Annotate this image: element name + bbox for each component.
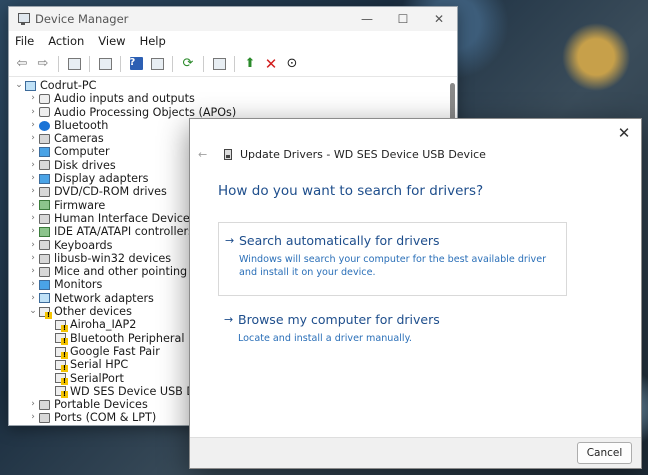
unknown-device-icon <box>39 306 52 319</box>
computer-icon <box>25 80 36 91</box>
option-description: Windows will search your computer for th… <box>239 254 547 278</box>
menu-bar: File Action View Help <box>9 31 457 51</box>
dialog-question: How do you want to search for drivers? <box>218 183 484 199</box>
ide-icon <box>39 226 50 237</box>
chevron-right-icon[interactable]: › <box>27 159 39 172</box>
chevron-right-icon[interactable]: › <box>27 212 39 225</box>
forward-arrow-icon[interactable]: ⇨ <box>34 55 52 73</box>
menu-action[interactable]: Action <box>48 34 84 48</box>
chevron-right-icon[interactable]: › <box>27 265 39 278</box>
menu-help[interactable]: Help <box>140 34 166 48</box>
tree-item-category[interactable]: › Audio inputs and outputs <box>13 92 457 105</box>
cancel-button[interactable]: Cancel <box>577 442 632 464</box>
usb-icon <box>39 253 50 264</box>
chevron-right-icon[interactable]: › <box>27 239 39 252</box>
unknown-device-icon <box>55 346 68 359</box>
maximize-button[interactable]: ☐ <box>385 7 421 31</box>
mouse-icon <box>39 266 50 277</box>
chevron-right-icon[interactable]: › <box>27 106 39 119</box>
dvd-icon <box>39 187 50 198</box>
menu-file[interactable]: File <box>15 34 34 48</box>
chevron-right-icon[interactable]: › <box>27 185 39 198</box>
chevron-right-icon[interactable]: › <box>27 411 39 424</box>
chevron-right-icon[interactable]: › <box>27 292 39 305</box>
close-button[interactable]: ✕ <box>421 7 457 31</box>
speaker-icon <box>39 107 50 118</box>
unknown-device-icon <box>55 386 68 399</box>
dialog-title: Update Drivers - WD SES Device USB Devic… <box>240 148 486 161</box>
keyboard-icon <box>39 240 50 251</box>
close-icon[interactable]: ✕ <box>615 124 633 142</box>
chevron-right-icon[interactable]: › <box>27 199 39 212</box>
search-automatically-option[interactable]: → Search automatically for drivers Windo… <box>218 222 567 296</box>
network-icon <box>39 293 50 304</box>
display-adapter-icon <box>39 173 50 184</box>
firmware-icon <box>39 200 50 211</box>
chevron-right-icon[interactable]: › <box>27 252 39 265</box>
option-title: Search automatically for drivers <box>239 233 440 248</box>
dialog-footer: Cancel <box>190 437 641 468</box>
chevron-right-icon[interactable]: › <box>27 278 39 291</box>
show-hide-console-tree-icon[interactable] <box>65 55 83 73</box>
unknown-device-icon <box>55 359 68 372</box>
disable-device-icon[interactable]: ⊙ <box>283 55 301 73</box>
tree-item-category[interactable]: › Audio Processing Objects (APOs) <box>13 106 457 119</box>
properties-icon[interactable] <box>96 55 114 73</box>
chevron-right-icon[interactable]: › <box>27 398 39 411</box>
computer-icon <box>39 147 50 158</box>
dialog-header: ← Update Drivers - WD SES Device USB Dev… <box>198 148 486 161</box>
disk-icon <box>39 160 50 171</box>
chevron-right-icon[interactable]: › <box>27 225 39 238</box>
hid-icon <box>39 213 50 224</box>
option-description: Locate and install a driver manually. <box>238 333 412 344</box>
chevron-right-icon[interactable]: › <box>27 172 39 185</box>
action-pane-icon[interactable] <box>148 55 166 73</box>
chevron-right-icon[interactable]: › <box>27 145 39 158</box>
back-arrow-icon[interactable]: ⇦ <box>13 55 31 73</box>
unknown-device-icon <box>55 333 68 346</box>
monitor-icon[interactable] <box>210 55 228 73</box>
title-bar: Device Manager — ☐ ✕ <box>9 7 457 31</box>
unknown-device-icon <box>55 373 68 386</box>
arrow-right-icon: → <box>225 234 235 247</box>
bluetooth-icon <box>39 120 50 131</box>
help-icon[interactable]: ? <box>127 55 145 73</box>
monitor-icon <box>39 280 50 291</box>
option-title: Browse my computer for drivers <box>238 312 440 327</box>
back-arrow-icon[interactable]: ← <box>198 148 212 161</box>
browse-my-computer-option[interactable]: → Browse my computer for drivers Locate … <box>218 302 567 354</box>
chevron-right-icon[interactable]: › <box>27 119 39 132</box>
scan-hardware-icon[interactable]: ⟳ <box>179 55 197 73</box>
usb-device-icon <box>224 149 232 160</box>
tree-root[interactable]: ⌄ Codrut-PC <box>13 79 457 92</box>
uninstall-device-icon[interactable]: ✕ <box>262 55 280 73</box>
portable-icon <box>39 399 50 410</box>
camera-icon <box>39 133 50 144</box>
chevron-down-icon[interactable]: ⌄ <box>13 79 25 92</box>
update-drivers-dialog: ✕ ← Update Drivers - WD SES Device USB D… <box>189 118 642 469</box>
device-manager-icon <box>17 13 30 25</box>
menu-view[interactable]: View <box>98 34 125 48</box>
update-driver-icon[interactable]: ⬆ <box>241 55 259 73</box>
speaker-icon <box>39 93 50 104</box>
chevron-down-icon[interactable]: ⌄ <box>27 305 39 318</box>
toolbar: ⇦ ⇨ ? ⟳ ⬆ ✕ ⊙ <box>9 51 457 77</box>
chevron-right-icon[interactable]: › <box>27 92 39 105</box>
arrow-right-icon: → <box>224 313 234 326</box>
port-icon <box>39 413 50 424</box>
minimize-button[interactable]: — <box>349 7 385 31</box>
chevron-right-icon[interactable]: › <box>27 132 39 145</box>
unknown-device-icon <box>55 319 68 332</box>
window-title: Device Manager <box>35 12 129 26</box>
